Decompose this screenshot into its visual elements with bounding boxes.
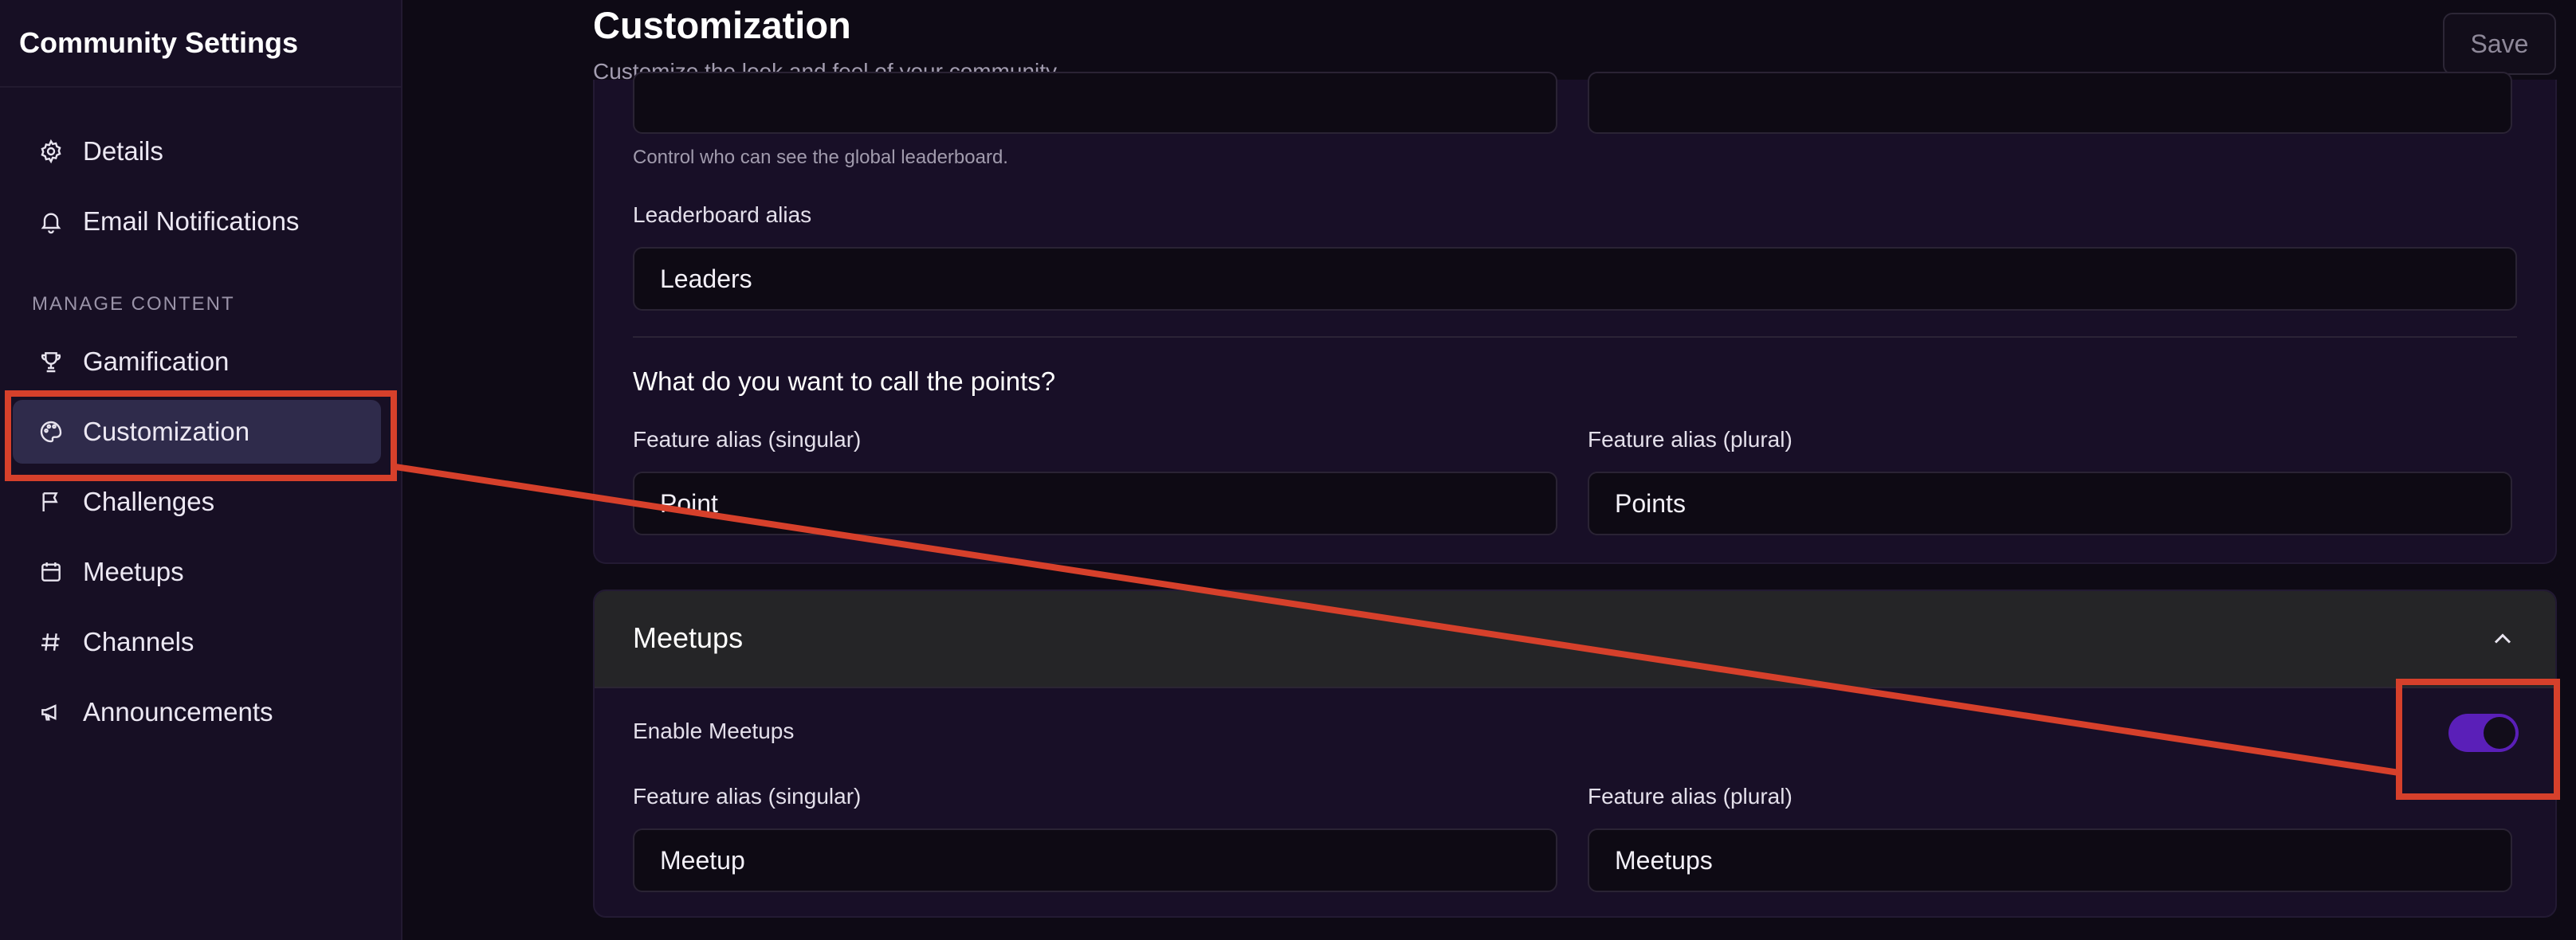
sidebar-item-email-notifications[interactable]: Email Notifications: [13, 190, 381, 253]
page-title: Customization: [593, 4, 851, 46]
toggle-knob: [2484, 717, 2515, 749]
sidebar-item-gamification[interactable]: Gamification: [13, 330, 381, 394]
meetups-plural-input[interactable]: Meetups: [1588, 828, 2512, 892]
chevron-up-icon[interactable]: [2488, 625, 2517, 653]
sidebar-header: Community Settings: [0, 0, 401, 88]
megaphone-icon: [41, 704, 57, 721]
leaderboard-visibility-select-secondary[interactable]: [1588, 72, 2512, 134]
meetups-singular-label: Feature alias (singular): [633, 784, 862, 809]
trophy-icon: [41, 352, 61, 373]
meetups-plural-label: Feature alias (plural): [1588, 784, 1793, 809]
sidebar-item-label: Email Notifications: [83, 206, 300, 236]
sidebar-item-challenges[interactable]: Challenges: [13, 470, 381, 534]
sidebar-item-customization[interactable]: Customization: [13, 400, 381, 464]
points-plural-input[interactable]: Points: [1588, 472, 2512, 535]
leaderboard-alias-input[interactable]: Leaders: [633, 247, 2517, 311]
points-singular-label: Feature alias (singular): [633, 427, 862, 452]
sidebar-item-label: Channels: [83, 627, 194, 656]
sidebar-item-meetups[interactable]: Meetups: [13, 540, 381, 604]
leaderboard-visibility-help: Control who can see the global leaderboa…: [633, 147, 1008, 168]
points-singular-input[interactable]: Point: [633, 472, 1557, 535]
hash-icon: [41, 633, 60, 651]
sidebar-item-label: Details: [83, 136, 163, 166]
sidebar-item-label: Challenges: [83, 487, 215, 516]
meetups-singular-input[interactable]: Meetup: [633, 828, 1557, 892]
leaderboard-visibility-select[interactable]: [633, 72, 1557, 134]
calendar-icon: [41, 562, 61, 582]
enable-meetups-toggle[interactable]: [2448, 714, 2519, 752]
sidebar-item-label: Announcements: [83, 697, 273, 727]
points-question: What do you want to call the points?: [633, 366, 1056, 396]
sidebar-item-label: Gamification: [83, 347, 230, 376]
bell-icon: [41, 213, 61, 234]
sidebar-item-announcements[interactable]: Announcements: [13, 680, 381, 744]
sidebar-item-channels[interactable]: Channels: [13, 610, 381, 674]
enable-meetups-label: Enable Meetups: [633, 719, 795, 743]
section-label-manage-content: MANAGE CONTENT: [32, 293, 235, 315]
leaderboard-alias-label: Leaderboard alias: [633, 202, 812, 227]
sidebar-item-label: Meetups: [83, 557, 184, 586]
sidebar-item-details[interactable]: Details: [13, 119, 381, 183]
flag-icon: [42, 492, 58, 511]
points-plural-label: Feature alias (plural): [1588, 427, 1793, 452]
divider: [633, 336, 2517, 338]
meetups-card: Meetups Enable Meetups Feature alias (si…: [593, 589, 2557, 918]
gear-icon: [41, 139, 61, 164]
palette-icon: [40, 421, 62, 443]
gamification-card: Control who can see the global leaderboa…: [593, 72, 2557, 564]
meetups-card-title: Meetups: [633, 621, 744, 654]
sidebar-item-label: Customization: [83, 417, 250, 446]
sidebar: Community Settings Details Email Notific…: [0, 0, 402, 940]
meetups-card-header[interactable]: Meetups: [595, 591, 2555, 688]
sidebar-title: Community Settings: [19, 26, 299, 59]
save-button[interactable]: Save: [2443, 13, 2556, 75]
